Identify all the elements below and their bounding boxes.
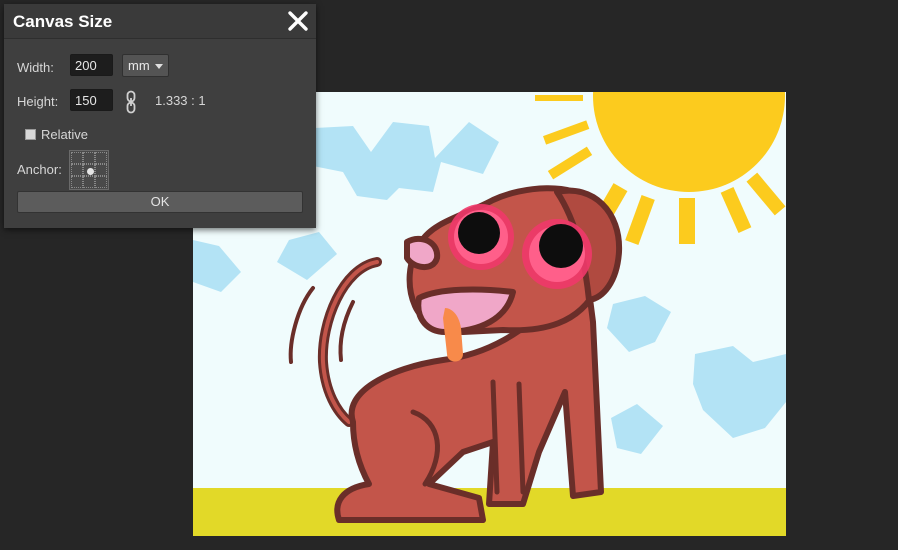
width-input[interactable]: 200 xyxy=(70,54,113,76)
anchor-middle-right[interactable] xyxy=(95,164,107,176)
anchor-top-center[interactable] xyxy=(83,152,95,164)
anchor-top-right[interactable] xyxy=(95,152,107,164)
canvas-size-dialog: Canvas Size Width: 200 mm Height: 150 1.… xyxy=(4,4,316,228)
relative-checkbox[interactable] xyxy=(25,129,36,140)
anchor-middle-left[interactable] xyxy=(71,164,83,176)
anchor-bottom-left[interactable] xyxy=(71,176,83,188)
close-button[interactable] xyxy=(286,9,310,33)
anchor-top-left[interactable] xyxy=(71,152,83,164)
anchor-label: Anchor: xyxy=(17,162,62,177)
chain-link-icon[interactable] xyxy=(125,90,137,114)
unit-value: mm xyxy=(128,58,150,73)
ok-button[interactable]: OK xyxy=(17,191,303,213)
relative-label[interactable]: Relative xyxy=(41,127,88,142)
height-input[interactable]: 150 xyxy=(70,89,113,111)
unit-select[interactable]: mm xyxy=(122,54,169,77)
width-label: Width: xyxy=(17,60,54,75)
anchor-bottom-center[interactable] xyxy=(83,176,95,188)
anchor-center[interactable] xyxy=(83,164,95,176)
anchor-grid xyxy=(69,150,109,190)
height-label: Height: xyxy=(17,94,59,109)
dialog-titlebar[interactable]: Canvas Size xyxy=(4,4,316,39)
chevron-down-icon xyxy=(155,64,163,69)
constrain-proportions-toggle[interactable] xyxy=(125,90,137,119)
dialog-title: Canvas Size xyxy=(13,12,113,31)
close-icon[interactable] xyxy=(286,9,310,33)
anchor-selected-dot xyxy=(87,168,94,175)
anchor-bottom-right[interactable] xyxy=(95,176,107,188)
aspect-ratio-text: 1.333 : 1 xyxy=(155,93,206,108)
